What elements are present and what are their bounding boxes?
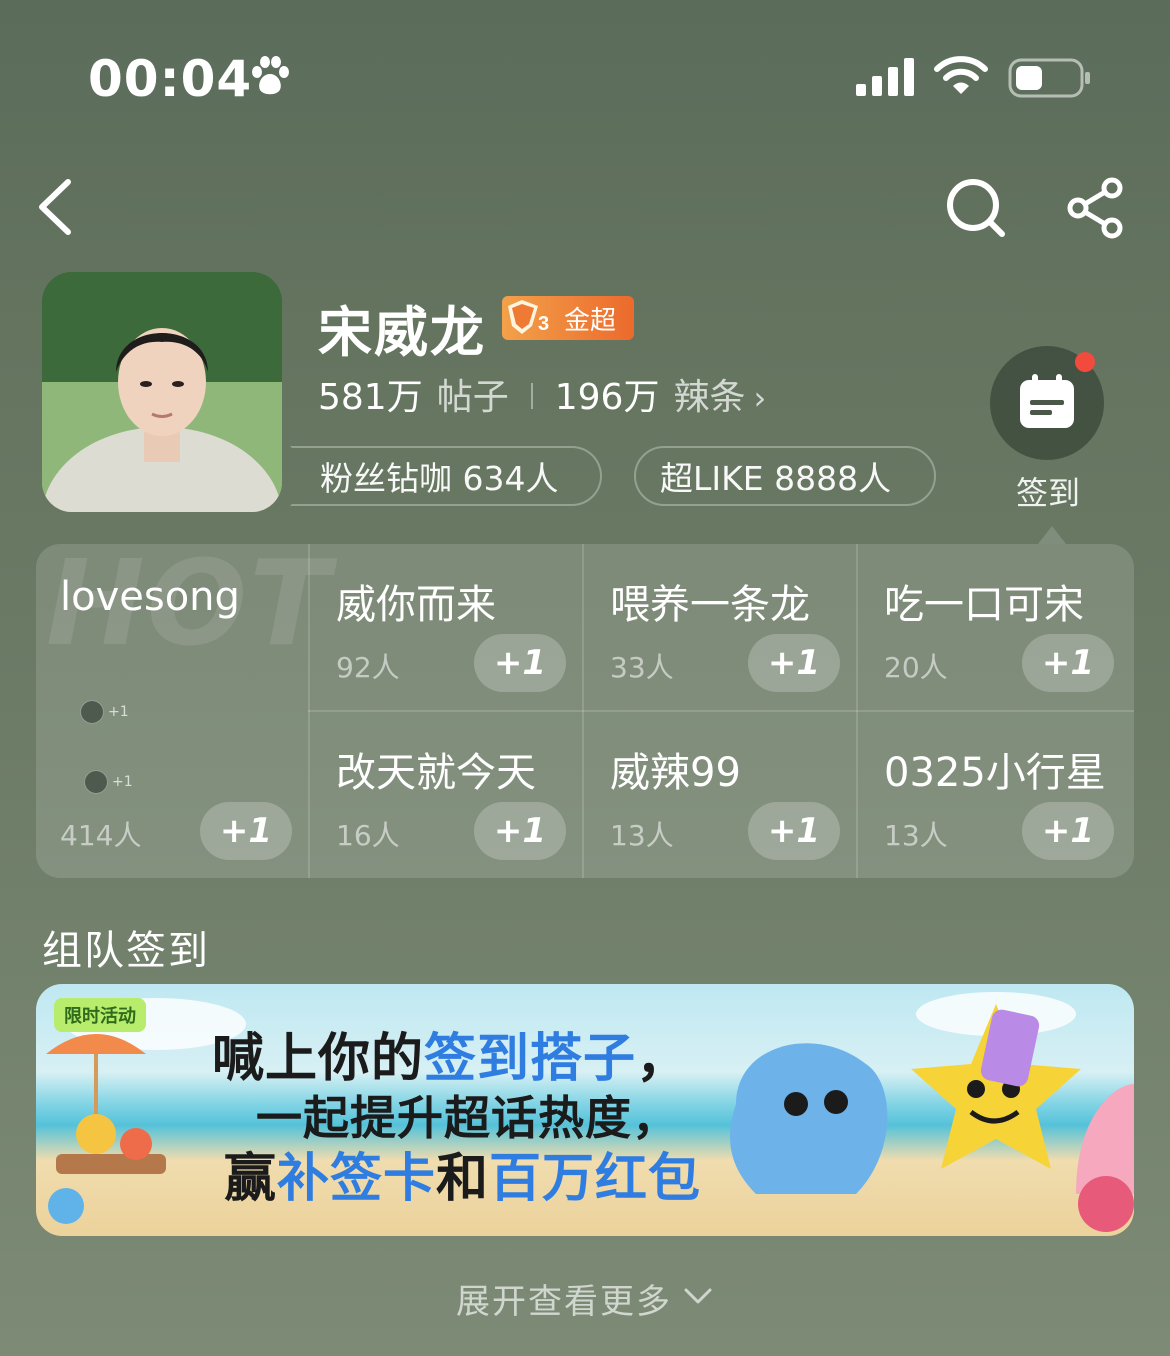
spicy-count[interactable]: 196万: [555, 368, 660, 420]
notification-dot: [1075, 352, 1095, 372]
status-time: 00:04: [88, 50, 253, 108]
mini-avatar: [84, 770, 108, 794]
topic-cell[interactable]: 威你而来 92人 +1: [310, 544, 584, 711]
gold-super-badge[interactable]: 3 金超: [502, 296, 634, 340]
calendar-icon[interactable]: [1016, 372, 1078, 432]
profile-stats: 581万 帖子 196万 辣条 ›: [318, 368, 766, 420]
promo-banner[interactable]: 限时活动 喊上你的签到搭子， 一起提升超话热度， 赢补签卡和百万红包: [36, 984, 1134, 1236]
profile-avatar[interactable]: [42, 272, 282, 512]
topic-cell[interactable]: 喂养一条龙 33人 +1: [584, 544, 858, 711]
cellular-signal-icon: [856, 58, 914, 96]
topic-title: 0325小行星: [884, 750, 1106, 796]
plus-one-button[interactable]: +1: [474, 634, 566, 692]
topic-count: 92人: [336, 651, 400, 684]
topic-cell[interactable]: 0325小行星 13人 +1: [858, 712, 1132, 878]
topic-count: 16人: [336, 819, 400, 852]
topic-title: 喂养一条龙: [610, 582, 810, 628]
mini-plus-label: +1: [112, 774, 133, 790]
spicy-label[interactable]: 辣条: [673, 368, 745, 420]
topic-title: 威辣99: [610, 750, 741, 796]
plus-one-button[interactable]: +1: [748, 634, 840, 692]
topic-grid: HOT lovesong +1 +1 414人 +1 威你而来 92人 +1 喂…: [36, 544, 1134, 878]
mini-plus-label: +1: [108, 704, 129, 720]
topic-count: 20人: [884, 651, 948, 684]
svg-text:3: 3: [538, 313, 549, 335]
plus-one-button[interactable]: +1: [1022, 802, 1114, 860]
super-like-pill[interactable]: 超LIKE 8888人: [634, 446, 936, 506]
banner-text: ，: [636, 1029, 690, 1089]
fans-pill[interactable]: 粉丝钻咖 634人: [290, 446, 602, 506]
banner-highlight: 补签卡: [277, 1149, 437, 1209]
limited-time-tag: 限时活动: [54, 998, 146, 1032]
topic-cell[interactable]: 改天就今天 16人 +1: [310, 712, 584, 878]
banner-text: 和: [436, 1149, 490, 1209]
mini-avatar: [80, 700, 104, 724]
plus-one-button[interactable]: +1: [748, 802, 840, 860]
badge-label: 金超: [564, 305, 617, 336]
banner-line-3: 赢补签卡和百万红包: [224, 1136, 701, 1211]
paw-icon: [252, 56, 289, 95]
search-icon[interactable]: [944, 176, 1008, 240]
plus-one-button[interactable]: +1: [474, 802, 566, 860]
back-icon[interactable]: [30, 176, 80, 238]
topic-title: 改天就今天: [336, 750, 536, 796]
banner-highlight: 百万红包: [489, 1149, 702, 1209]
banner-text: 赢: [224, 1149, 278, 1209]
posts-label: 帖子: [436, 377, 509, 418]
topic-count: 13人: [884, 819, 948, 852]
stats-divider: [530, 383, 533, 409]
posts-count: 581万: [318, 377, 423, 418]
chevron-down-icon[interactable]: [682, 1284, 714, 1308]
topic-count: 13人: [610, 819, 674, 852]
wifi-icon: [934, 56, 988, 94]
expand-more-link[interactable]: 展开查看更多: [456, 1274, 672, 1323]
plus-one-button[interactable]: +1: [200, 802, 292, 860]
profile-name: 宋威龙: [318, 301, 486, 364]
hot-topic-card[interactable]: HOT lovesong +1 +1 414人 +1: [36, 544, 330, 878]
banner-line-1: 喊上你的签到搭子，: [212, 1016, 689, 1091]
topic-title: 吃一口可宋: [884, 582, 1084, 628]
topic-cell[interactable]: 威辣99 13人 +1: [584, 712, 858, 878]
banner-text: 喊上你的: [212, 1029, 425, 1089]
share-icon[interactable]: [1064, 176, 1128, 240]
diamond-level-icon: 3: [508, 300, 549, 335]
super-like-label: 超LIKE 8888人: [660, 459, 892, 498]
topic-count: 33人: [610, 651, 674, 684]
hot-topic-title: lovesong: [60, 574, 240, 620]
team-checkin-title: 组队签到: [42, 928, 210, 974]
hot-topic-count: 414人: [60, 819, 142, 852]
topic-cell[interactable]: 吃一口可宋 20人 +1: [858, 544, 1132, 711]
topic-title: 威你而来: [336, 582, 496, 628]
chevron-right-icon[interactable]: ›: [753, 379, 766, 417]
status-bar: 00:04: [0, 0, 1170, 150]
banner-highlight: 签到搭子: [424, 1029, 637, 1089]
plus-one-button[interactable]: +1: [1022, 634, 1114, 692]
battery-icon: [1008, 58, 1090, 98]
fans-pill-label: 粉丝钻咖 634人: [320, 459, 559, 498]
checkin-label[interactable]: 签到: [1016, 468, 1080, 514]
popover-caret: [1038, 526, 1066, 544]
